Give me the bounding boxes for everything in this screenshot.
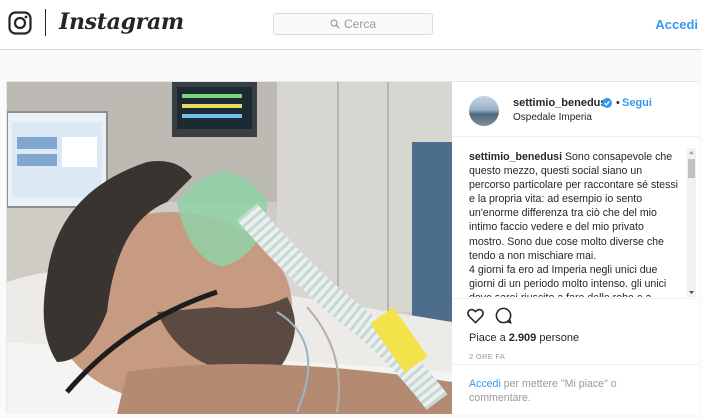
search-input[interactable]: Cerca	[273, 13, 433, 35]
comment-login-prompt: Accedi per mettere "Mi piace" o commenta…	[469, 377, 679, 405]
scroll-thumb[interactable]	[688, 159, 695, 178]
post-photo-illustration	[7, 82, 452, 414]
author-username[interactable]: settimio_benedusi	[513, 97, 610, 109]
caption-body-2: 4 giorni fa ero ad Imperia negli unici d…	[469, 263, 667, 297]
comment-bar: Accedi per mettere "Mi piace" o commenta…	[452, 364, 699, 414]
caption-text: settimio_benedusi Sono consapevole che q…	[469, 150, 679, 297]
comment-icon[interactable]	[494, 306, 513, 325]
caption-username[interactable]: settimio_benedusi	[469, 151, 562, 163]
post-sidebar: settimio_benedusi • Segui Ospedale Imper…	[452, 82, 699, 414]
scroll-up-arrow-icon[interactable]	[687, 148, 696, 157]
caption-body-1: Sono consapevole che questo mezzo, quest…	[469, 151, 679, 262]
caption-area: settimio_benedusi Sono consapevole che q…	[452, 138, 699, 299]
scroll-down-arrow-icon[interactable]	[687, 288, 696, 297]
verified-badge-icon	[602, 98, 612, 108]
post-timestamp[interactable]: 2 ORE FA	[469, 352, 505, 361]
post-photo[interactable]	[7, 82, 452, 414]
comment-login-link[interactable]: Accedi	[469, 378, 501, 390]
login-link[interactable]: Accedi	[655, 17, 698, 32]
heart-icon[interactable]	[466, 306, 485, 325]
likes-number[interactable]: 2.909	[509, 332, 537, 344]
instagram-wordmark[interactable]: Instagram	[59, 9, 184, 35]
likes-suffix: persone	[539, 332, 580, 344]
likes-count: Piace a 2.909 persone	[469, 332, 579, 344]
search-icon	[330, 19, 340, 29]
caption-scrollbar[interactable]	[687, 148, 696, 297]
logo-divider	[45, 9, 46, 36]
search-placeholder: Cerca	[343, 17, 376, 31]
top-navigation-bar: Instagram Cerca Accedi	[0, 0, 702, 50]
avatar[interactable]	[469, 96, 499, 126]
post-header: settimio_benedusi • Segui Ospedale Imper…	[452, 82, 699, 137]
post-actions	[466, 306, 513, 328]
likes-prefix: Piace a	[469, 332, 506, 344]
instagram-camera-icon[interactable]	[8, 11, 32, 35]
post-location[interactable]: Ospedale Imperia	[513, 112, 592, 123]
post-card: settimio_benedusi • Segui Ospedale Imper…	[6, 81, 699, 414]
separator-dot: •	[616, 97, 620, 109]
follow-button[interactable]: Segui	[622, 97, 652, 109]
